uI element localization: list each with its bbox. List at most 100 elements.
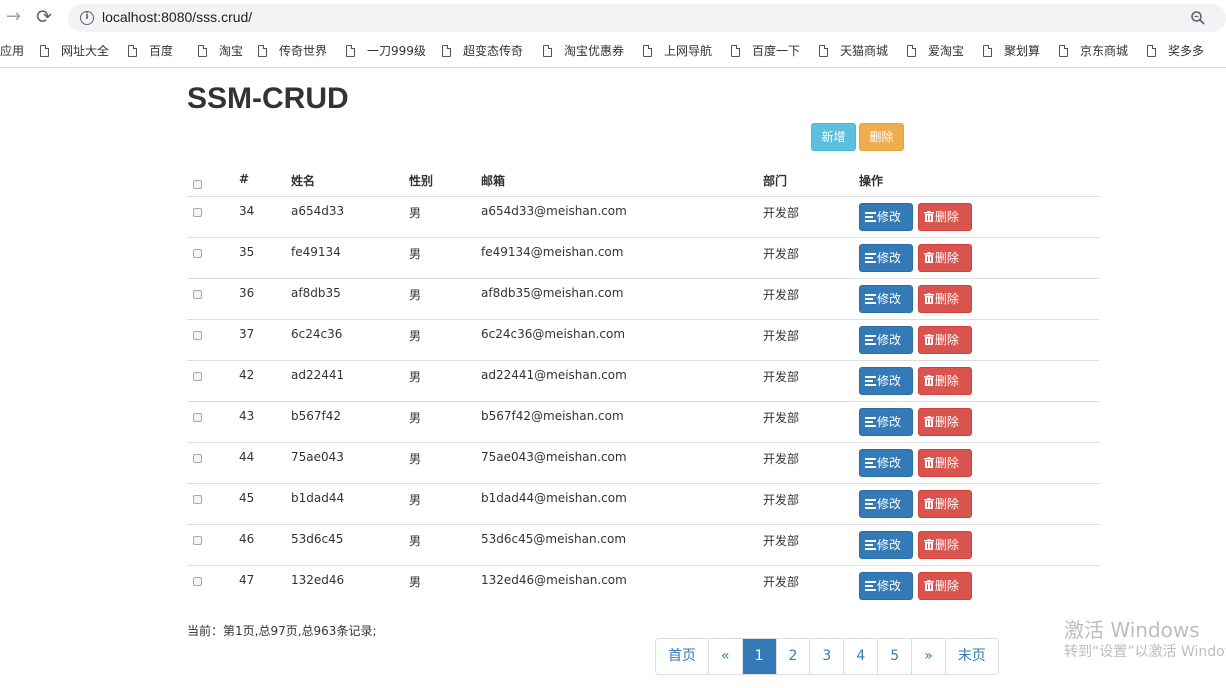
row-checkbox[interactable] xyxy=(193,330,202,340)
delete-button[interactable]: 删除 xyxy=(917,202,972,231)
page-3[interactable]: 3 xyxy=(809,639,843,674)
page-icon xyxy=(1059,45,1068,57)
cell-id: 43 xyxy=(239,401,291,443)
forward-icon[interactable]: → xyxy=(6,8,24,26)
list-icon xyxy=(865,498,876,509)
trash-icon xyxy=(923,579,934,591)
bookmark-item[interactable]: 一刀999级 xyxy=(346,42,426,59)
cell-id: 46 xyxy=(239,524,291,566)
delete-button[interactable]: 删除 xyxy=(917,448,972,477)
info-icon[interactable]: i xyxy=(80,11,94,25)
reload-icon[interactable]: ⟳ xyxy=(36,7,56,27)
edit-button[interactable]: 修改 xyxy=(859,325,913,354)
page-info: 当前：第1页,总97页,总963条记录; xyxy=(187,624,377,638)
list-icon xyxy=(865,334,876,345)
cell-email: ad22441@meishan.com xyxy=(481,360,763,402)
edit-button[interactable]: 修改 xyxy=(859,243,913,272)
edit-button[interactable]: 修改 xyxy=(859,448,913,477)
row-checkbox[interactable] xyxy=(193,412,202,422)
cell-email: af8db35@meishan.com xyxy=(481,278,763,320)
bookmark-apps[interactable]: 应用 xyxy=(0,42,24,59)
cell-name: fe49134 xyxy=(291,237,409,279)
row-checkbox[interactable] xyxy=(193,207,202,217)
delete-button[interactable]: 删除 xyxy=(917,243,972,272)
address-bar: → ⟳ i localhost:8080/sss.crud/ xyxy=(0,0,1226,36)
row-checkbox[interactable] xyxy=(193,289,202,299)
header-dept: 部门 xyxy=(763,166,859,197)
delete-button[interactable]: 删除 xyxy=(917,366,972,395)
cell-name: b1dad44 xyxy=(291,483,409,525)
cell-email: 75ae043@meishan.com xyxy=(481,442,763,484)
delete-label: 删除 xyxy=(934,496,959,511)
page-5[interactable]: 5 xyxy=(877,639,911,674)
edit-button[interactable]: 修改 xyxy=(859,202,913,231)
edit-label: 修改 xyxy=(877,537,902,552)
bookmark-label: 爱淘宝 xyxy=(928,44,965,58)
table-header-row: # 姓名 性别 邮箱 部门 操作 xyxy=(187,166,1099,197)
bookmark-label: 一刀999级 xyxy=(367,44,426,58)
cell-name: 6c24c36 xyxy=(291,319,409,361)
edit-button[interactable]: 修改 xyxy=(859,284,913,313)
bookmark-item[interactable]: 百度 xyxy=(128,42,173,59)
cell-email: 132ed46@meishan.com xyxy=(481,572,627,587)
edit-label: 修改 xyxy=(877,496,902,511)
edit-button[interactable]: 修改 xyxy=(859,530,913,559)
row-select-cell xyxy=(187,401,239,443)
edit-button[interactable]: 修改 xyxy=(859,366,913,395)
bookmark-item[interactable]: 超变态传奇 xyxy=(442,42,523,59)
add-button[interactable]: 新增 xyxy=(811,123,856,151)
delete-label: 删除 xyxy=(934,455,959,470)
delete-button[interactable]: 删除 xyxy=(917,325,972,354)
row-checkbox[interactable] xyxy=(193,248,202,258)
cell-actions: 修改 删除 xyxy=(859,196,1099,238)
bookmark-label: 超变态传奇 xyxy=(463,44,524,58)
bookmark-item[interactable]: 京东商城 xyxy=(1059,42,1128,59)
delete-button[interactable]: 删除 xyxy=(917,530,972,559)
zoom-icon[interactable] xyxy=(1190,10,1206,26)
bookmark-item[interactable]: 百度一下 xyxy=(731,42,800,59)
delete-label: 删除 xyxy=(934,209,959,224)
bookmark-item[interactable]: 天猫商城 xyxy=(819,42,888,59)
bookmark-item[interactable]: 上网导航 xyxy=(643,42,712,59)
pagination-last[interactable]: 末页 xyxy=(944,639,998,674)
delete-button[interactable]: 删除 xyxy=(917,284,972,313)
bookmark-item[interactable]: 网址大全 xyxy=(40,42,109,59)
pagination-prev[interactable]: « xyxy=(708,639,742,674)
row-checkbox[interactable] xyxy=(193,494,202,504)
page-4[interactable]: 4 xyxy=(843,639,877,674)
cell-gender: 男 xyxy=(409,360,481,402)
row-checkbox[interactable] xyxy=(193,576,202,586)
url-text[interactable]: localhost:8080/sss.crud/ xyxy=(102,9,252,25)
list-icon xyxy=(865,375,876,386)
edit-button[interactable]: 修改 xyxy=(859,407,913,436)
batch-delete-button[interactable]: 删除 xyxy=(859,123,904,151)
page-1[interactable]: 1 xyxy=(741,639,776,674)
bookmark-label: 网址大全 xyxy=(61,44,110,58)
edit-label: 修改 xyxy=(877,455,902,470)
cell-dept: 开发部 xyxy=(763,574,800,589)
bookmark-item[interactable]: 传奇世界 xyxy=(258,42,327,59)
url-field[interactable]: i localhost:8080/sss.crud/ xyxy=(68,4,1226,32)
page-2[interactable]: 2 xyxy=(775,639,810,674)
table-row: 35 fe49134 男 fe49134@meishan.com 开发部 修改 删除 xyxy=(187,237,1099,279)
delete-button[interactable]: 删除 xyxy=(917,571,972,600)
select-all-checkbox[interactable] xyxy=(193,180,202,189)
delete-button[interactable]: 删除 xyxy=(917,489,972,518)
row-checkbox[interactable] xyxy=(193,535,202,545)
row-checkbox[interactable] xyxy=(193,371,202,381)
cell-dept: 开发部 xyxy=(763,360,859,402)
bookmark-item[interactable]: 奖多多 xyxy=(1147,42,1204,59)
pagination-next[interactable]: » xyxy=(911,639,945,674)
bookmark-item[interactable]: 淘宝 xyxy=(198,42,243,59)
row-checkbox[interactable] xyxy=(193,453,202,463)
edit-button[interactable]: 修改 xyxy=(859,489,913,518)
cell-dept: 开发部 xyxy=(763,278,859,320)
bookmark-item[interactable]: 淘宝优惠券 xyxy=(543,42,624,59)
page-icon xyxy=(1147,45,1156,57)
bookmark-item[interactable]: 爱淘宝 xyxy=(907,42,964,59)
trash-icon xyxy=(923,456,934,468)
delete-button[interactable]: 删除 xyxy=(917,407,972,436)
edit-button[interactable]: 修改 xyxy=(859,571,913,600)
bookmark-item[interactable]: 聚划算 xyxy=(983,42,1040,59)
pagination-first[interactable]: 首页 xyxy=(656,639,708,674)
